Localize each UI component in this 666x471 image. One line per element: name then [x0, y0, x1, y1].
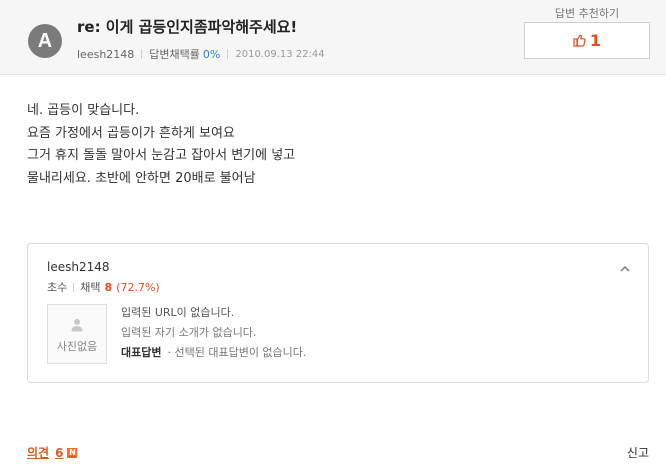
meta-divider — [227, 49, 229, 59]
comments-count: 6 — [55, 445, 64, 460]
answer-line: 그거 휴지 돌돌 말아서 눈감고 잡아서 변기에 넣고 — [27, 148, 296, 163]
answer-badge-icon: A — [28, 24, 62, 58]
adopted-count: 8 — [104, 280, 113, 294]
answer-date: 2010.09.13 22:44 — [235, 48, 325, 60]
adopted-label: 채택 — [80, 281, 101, 294]
answer-meta: leesh2148 답변채택률 0% 2010.09.13 22:44 — [77, 46, 325, 62]
profile-info: 입력된 URL이 없습니다. 입력된 자기 소개가 없습니다. 대표답변 · 선택… — [121, 303, 306, 363]
report-button[interactable]: 신고 — [627, 444, 649, 461]
thumbs-up-icon — [573, 34, 586, 47]
collapse-chevron-up-icon[interactable] — [618, 260, 632, 272]
answer-content: 네. 곱등이 맞습니다. 요즘 가정에서 곱등이가 흔하게 보여요 그거 휴지 … — [27, 100, 627, 190]
recommend-count: 1 — [589, 31, 602, 50]
profile-username[interactable]: leesh2148 — [47, 260, 110, 274]
profile-stats: 초수 채택 8 (72.7%) — [47, 279, 160, 295]
comments-label: 의견 — [27, 446, 50, 460]
representative-answer-row: 대표답변 · 선택된 대표답변이 없습니다. — [121, 343, 306, 363]
adoption-rate-value: 0% — [202, 47, 221, 61]
profile-photo-placeholder: 사진없음 — [47, 304, 107, 364]
representative-answer-value: · 선택된 대표답변이 없습니다. — [167, 346, 307, 359]
recommend-label: 답변 추천하기 — [554, 7, 620, 20]
meta-divider — [141, 49, 143, 59]
new-badge-icon: N — [67, 447, 78, 458]
person-silhouette-icon — [48, 317, 106, 336]
profile-rank: 초수 — [47, 281, 68, 294]
answer-title: re: 이게 곱등인지좀파악해주세요! — [77, 18, 298, 36]
profile-url-text: 입력된 URL이 없습니다. — [121, 306, 235, 319]
adoption-rate-label: 답변채택률 — [149, 48, 200, 61]
adopted-percent: (72.7%) — [116, 280, 160, 294]
photo-placeholder-label: 사진없음 — [56, 340, 98, 353]
author-link[interactable]: leesh2148 — [77, 48, 134, 61]
recommend-button[interactable]: 1 — [524, 22, 650, 59]
answer-line: 요즘 가정에서 곱등이가 흔하게 보여요 — [27, 125, 235, 141]
profile-intro-text: 입력된 자기 소개가 없습니다. — [121, 326, 257, 339]
comments-link[interactable]: 의견 6 N — [27, 444, 78, 461]
answer-line: 네. 곱등이 맞습니다. — [27, 103, 140, 118]
answer-line: 물내리세요. 초반에 안하면 20배로 불어남 — [27, 170, 256, 186]
representative-answer-label: 대표답변 — [121, 346, 162, 359]
stats-divider — [73, 282, 75, 292]
answer-header: A re: 이게 곱등인지좀파악해주세요! leesh2148 답변채택률 0%… — [0, 0, 666, 75]
answerer-profile-card: leesh2148 초수 채택 8 (72.7%) 사진없음 입력된 URL이 … — [27, 243, 649, 383]
answer-page: A re: 이게 곱등인지좀파악해주세요! leesh2148 답변채택률 0%… — [0, 0, 666, 471]
